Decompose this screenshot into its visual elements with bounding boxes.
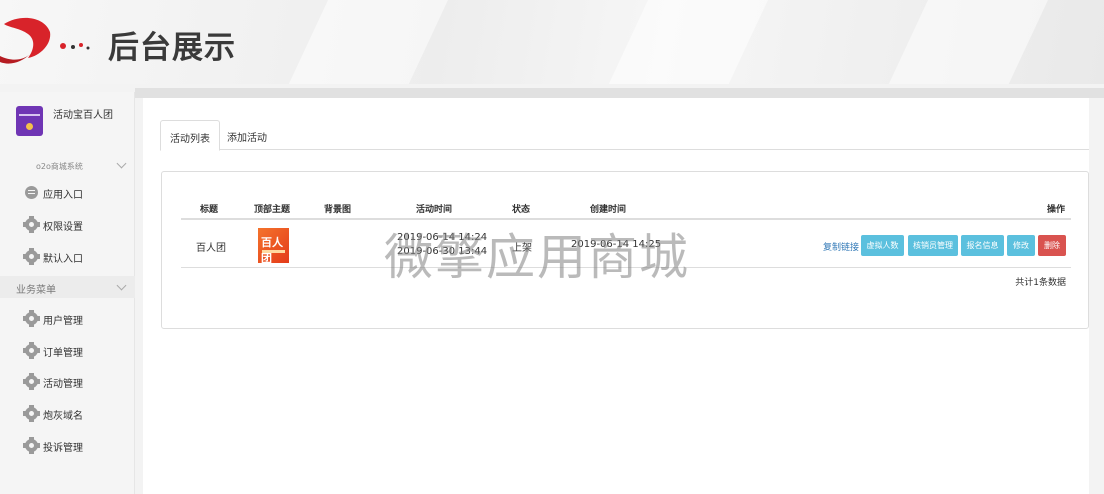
gear-icon <box>23 405 40 422</box>
header-banner: 后台展示 <box>0 0 1104 84</box>
system-label: o2o商城系统 <box>36 162 83 171</box>
banner-decoration <box>853 0 1067 84</box>
page-title: 后台展示 <box>108 30 236 66</box>
sidebar-item-label: 炮灰域名 <box>43 411 83 422</box>
virtual-count-button[interactable]: 虚拟人数 <box>861 235 904 256</box>
sidebar-item-label: 默认入口 <box>43 254 83 265</box>
sidebar-item-label: 订单管理 <box>43 348 83 359</box>
brand-logo-icon <box>0 17 90 64</box>
sidebar-item-activities[interactable]: 活动管理 <box>0 367 135 397</box>
sidebar-item-label: 活动管理 <box>43 379 83 390</box>
record-count: 共计1条数据 <box>1015 278 1066 288</box>
app-logo-icon <box>16 106 43 136</box>
signup-info-button[interactable]: 报名信息 <box>961 235 1004 256</box>
gear-icon <box>23 373 40 390</box>
top-theme-thumbnail: 百人团 <box>258 228 289 265</box>
sidebar-item-permissions[interactable]: 权限设置 <box>0 210 135 240</box>
sidebar-item-label: 投诉管理 <box>43 443 83 454</box>
system-switcher[interactable]: o2o商城系统 <box>0 158 135 176</box>
section-label: 业务菜单 <box>16 285 56 296</box>
chevron-down-icon <box>116 280 127 291</box>
tab-add-activity[interactable]: 添加活动 <box>218 120 276 151</box>
tab-activity-list[interactable]: 活动列表 <box>160 120 220 151</box>
col-status: 状态 <box>512 205 531 215</box>
chevron-down-icon <box>116 158 127 169</box>
sidebar-item-users[interactable]: 用户管理 <box>0 304 135 334</box>
verifier-management-button[interactable]: 核销员管理 <box>908 235 958 256</box>
main-content: 活动列表 添加活动 标题 顶部主题 背景图 活动时间 状态 创建时间 操作 百人… <box>143 98 1089 494</box>
sidebar-item-label: 用户管理 <box>43 316 83 327</box>
col-actions: 操作 <box>1047 205 1066 215</box>
chat-bubble-icon <box>25 186 38 199</box>
sidebar-item-label: 应用入口 <box>43 190 83 201</box>
delete-button[interactable]: 删除 <box>1038 235 1066 256</box>
sidebar-item-complaints[interactable]: 投诉管理 <box>0 431 135 461</box>
gear-icon <box>23 310 40 327</box>
col-background: 背景图 <box>324 205 352 215</box>
business-menu-header[interactable]: 业务菜单 <box>0 276 135 298</box>
col-top-theme: 顶部主题 <box>254 205 291 215</box>
sidebar: 活动宝百人团 o2o商城系统 应用入口 权限设置 默认入口 业务菜单 用户管理 … <box>0 92 135 494</box>
banner-decoration <box>573 0 787 84</box>
sidebar-item-app-entry[interactable]: 应用入口 <box>0 178 135 208</box>
banner-decoration <box>253 0 467 84</box>
watermark: 微擎应用商城 <box>384 229 691 286</box>
sidebar-item-orders[interactable]: 订单管理 <box>0 336 135 366</box>
sidebar-item-default-entry[interactable]: 默认入口 <box>0 242 135 272</box>
copy-link[interactable]: 复制链接 <box>823 240 859 253</box>
app-name: 活动宝百人团 <box>53 110 113 121</box>
edit-button[interactable]: 修改 <box>1007 235 1035 256</box>
col-created-time: 创建时间 <box>590 205 627 215</box>
top-divider-bar <box>135 88 1104 98</box>
col-title: 标题 <box>200 205 219 215</box>
gear-icon <box>23 216 40 233</box>
table-header: 标题 顶部主题 背景图 活动时间 状态 创建时间 操作 <box>181 197 1071 220</box>
sidebar-item-label: 权限设置 <box>43 222 83 233</box>
gear-icon <box>23 342 40 359</box>
app-card[interactable]: 活动宝百人团 <box>0 92 135 150</box>
col-activity-time: 活动时间 <box>416 205 453 215</box>
sidebar-item-domains[interactable]: 炮灰域名 <box>0 399 135 429</box>
row-title: 百人团 <box>196 243 226 254</box>
tab-bar: 活动列表 添加活动 <box>160 120 1089 151</box>
gear-icon <box>23 437 40 454</box>
gear-icon <box>23 248 40 265</box>
